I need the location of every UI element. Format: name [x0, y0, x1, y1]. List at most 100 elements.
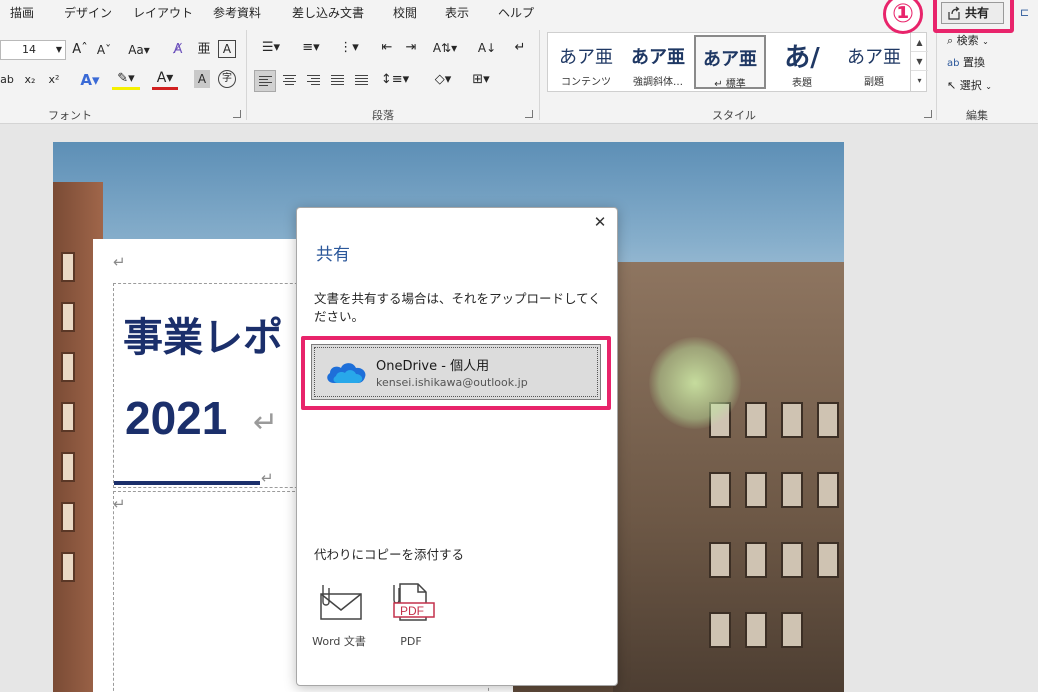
- onedrive-cloud-icon: [327, 363, 366, 383]
- tab-references[interactable]: 参考資料: [213, 4, 261, 21]
- shrink-font-icon[interactable]: Aˇ: [94, 40, 114, 60]
- style-contents[interactable]: あア亜 コンテンツ: [550, 35, 622, 89]
- shading-icon[interactable]: ◇▾: [428, 70, 458, 90]
- subscript-icon[interactable]: x₂: [22, 70, 38, 90]
- increase-indent-icon[interactable]: ⇥: [402, 38, 420, 58]
- char-border-icon[interactable]: A: [218, 40, 236, 58]
- search-icon: ⌕: [947, 34, 954, 47]
- onedrive-account-name: OneDrive - 個人用: [376, 359, 490, 374]
- cursor-icon: ↖: [947, 79, 957, 92]
- style-preview: あア亜: [631, 47, 685, 68]
- style-name: コンテンツ: [561, 77, 611, 88]
- paragraph-mark-icon: ↵: [113, 495, 126, 513]
- divider: [936, 30, 937, 120]
- borders-icon[interactable]: ⊞▾: [466, 70, 496, 90]
- asian-layout-icon[interactable]: A⇅▾: [428, 38, 462, 58]
- tab-layout[interactable]: レイアウト: [133, 4, 193, 21]
- paragraph-dialog-launcher-icon[interactable]: [525, 110, 533, 118]
- envelope-icon: [320, 585, 362, 620]
- document-title[interactable]: 事業レポ: [123, 305, 283, 363]
- style-normal[interactable]: あア亜 ↵ 標準: [694, 35, 766, 90]
- style-title[interactable]: あ/ 表題: [766, 35, 838, 89]
- share-button[interactable]: 共有: [941, 2, 1004, 24]
- font-size-value: 14: [22, 43, 36, 56]
- style-preview: あア亜: [559, 47, 613, 68]
- select-button[interactable]: ↖ 選択 ⌄: [947, 77, 992, 95]
- paragraph-mark-icon: ↵: [253, 405, 279, 440]
- select-label: 選択: [959, 79, 982, 92]
- line-spacing-icon[interactable]: ↕≡▾: [380, 70, 410, 90]
- superscript-icon[interactable]: x²: [46, 70, 62, 90]
- font-color-icon[interactable]: A▾: [152, 70, 178, 90]
- building-right-image: [613, 262, 844, 692]
- share-icon: [948, 6, 960, 20]
- tab-draw[interactable]: 描画: [10, 4, 34, 21]
- tab-review[interactable]: 校閲: [393, 4, 417, 21]
- attach-copy-label: 代わりにコピーを添付する: [314, 547, 465, 562]
- multilevel-list-icon[interactable]: ⋮▾: [334, 38, 364, 58]
- tab-design[interactable]: デザイン: [64, 4, 112, 21]
- align-right-button[interactable]: [303, 70, 325, 92]
- share-dialog: ✕ 共有 文書を共有する場合は、それをアップロードしてください。 OneDriv…: [296, 207, 618, 686]
- comments-icon[interactable]: ⊏: [1020, 6, 1029, 19]
- group-label-editing: 編集: [966, 109, 988, 122]
- replace-icon: ab: [947, 58, 960, 69]
- replace-button[interactable]: ab 置換: [947, 54, 985, 72]
- distributed-button[interactable]: [351, 70, 373, 92]
- group-label-styles: スタイル: [712, 109, 756, 122]
- style-subtitle[interactable]: あア亜 副題: [838, 35, 910, 89]
- dialog-description: 文書を共有する場合は、それをアップロードしてください。: [314, 291, 601, 324]
- chevron-up-icon[interactable]: ▲: [911, 33, 928, 52]
- char-shading-icon[interactable]: A: [194, 70, 210, 88]
- align-center-button[interactable]: [279, 70, 301, 92]
- style-emphasis[interactable]: あア亜 強調斜体…: [622, 35, 694, 89]
- numbering-icon[interactable]: ≡▾: [296, 38, 326, 58]
- style-name: 表題: [792, 78, 812, 89]
- tab-help[interactable]: ヘルプ: [498, 4, 534, 21]
- phonetic-guide-icon[interactable]: 亜: [194, 40, 214, 60]
- tab-view[interactable]: 表示: [445, 4, 469, 21]
- attach-pdf-label: PDF: [400, 635, 422, 648]
- tab-mailings[interactable]: 差し込み文書: [292, 4, 364, 21]
- enclose-char-icon[interactable]: 字: [218, 70, 236, 88]
- font-size-select[interactable]: 14 ▼: [0, 40, 66, 60]
- title-underline: [114, 481, 260, 485]
- gallery-more-icon[interactable]: ▾: [911, 71, 928, 90]
- group-label-font: フォント: [48, 109, 92, 122]
- onedrive-upload-button[interactable]: OneDrive - 個人用 kensei.ishikawa@outlook.j…: [311, 344, 601, 400]
- align-left-button[interactable]: [254, 70, 276, 92]
- grow-font-icon[interactable]: Aˆ: [70, 40, 90, 60]
- text-effects-icon[interactable]: A▾: [76, 70, 104, 90]
- highlight-icon[interactable]: ✎▾: [112, 70, 140, 90]
- share-label: 共有: [965, 6, 990, 20]
- style-name: 強調斜体…: [633, 77, 683, 88]
- clear-format-icon[interactable]: A̸: [168, 40, 188, 60]
- close-icon[interactable]: ✕: [591, 213, 609, 231]
- gallery-scroll: ▲ ▼ ▾: [910, 33, 928, 91]
- bullets-icon[interactable]: ☰▾: [256, 38, 286, 58]
- divider: [246, 30, 247, 120]
- chevron-down-icon[interactable]: ▼: [911, 52, 928, 71]
- style-name: ↵ 標準: [714, 79, 746, 90]
- paragraph-mark-icon: ↵: [113, 253, 126, 271]
- show-marks-icon[interactable]: ↵: [510, 38, 530, 58]
- font-dialog-launcher-icon[interactable]: [233, 110, 241, 118]
- document-year[interactable]: 2021: [125, 391, 227, 445]
- pdf-badge-text: PDF: [400, 604, 424, 618]
- onedrive-account-email: kensei.ishikawa@outlook.jp: [376, 376, 528, 389]
- strikethrough-icon[interactable]: ab: [0, 70, 14, 90]
- chevron-down-icon: ⌄: [985, 82, 992, 91]
- change-case-icon[interactable]: Aa▾: [124, 40, 154, 60]
- decrease-indent-icon[interactable]: ⇤: [378, 38, 396, 58]
- styles-dialog-launcher-icon[interactable]: [924, 110, 932, 118]
- paragraph-mark-icon: ↵: [261, 469, 274, 487]
- lens-flare: [649, 337, 741, 429]
- justify-button[interactable]: [327, 70, 349, 92]
- find-label: 検索: [956, 34, 979, 47]
- sort-icon[interactable]: A↓: [476, 38, 498, 58]
- attach-word-button[interactable]: Word 文書: [309, 582, 369, 649]
- find-button[interactable]: ⌕ 検索 ⌄: [947, 32, 989, 50]
- attach-pdf-button[interactable]: PDF PDF: [381, 582, 441, 649]
- chevron-down-icon: ⌄: [982, 37, 989, 46]
- style-preview: あア亜: [703, 49, 757, 70]
